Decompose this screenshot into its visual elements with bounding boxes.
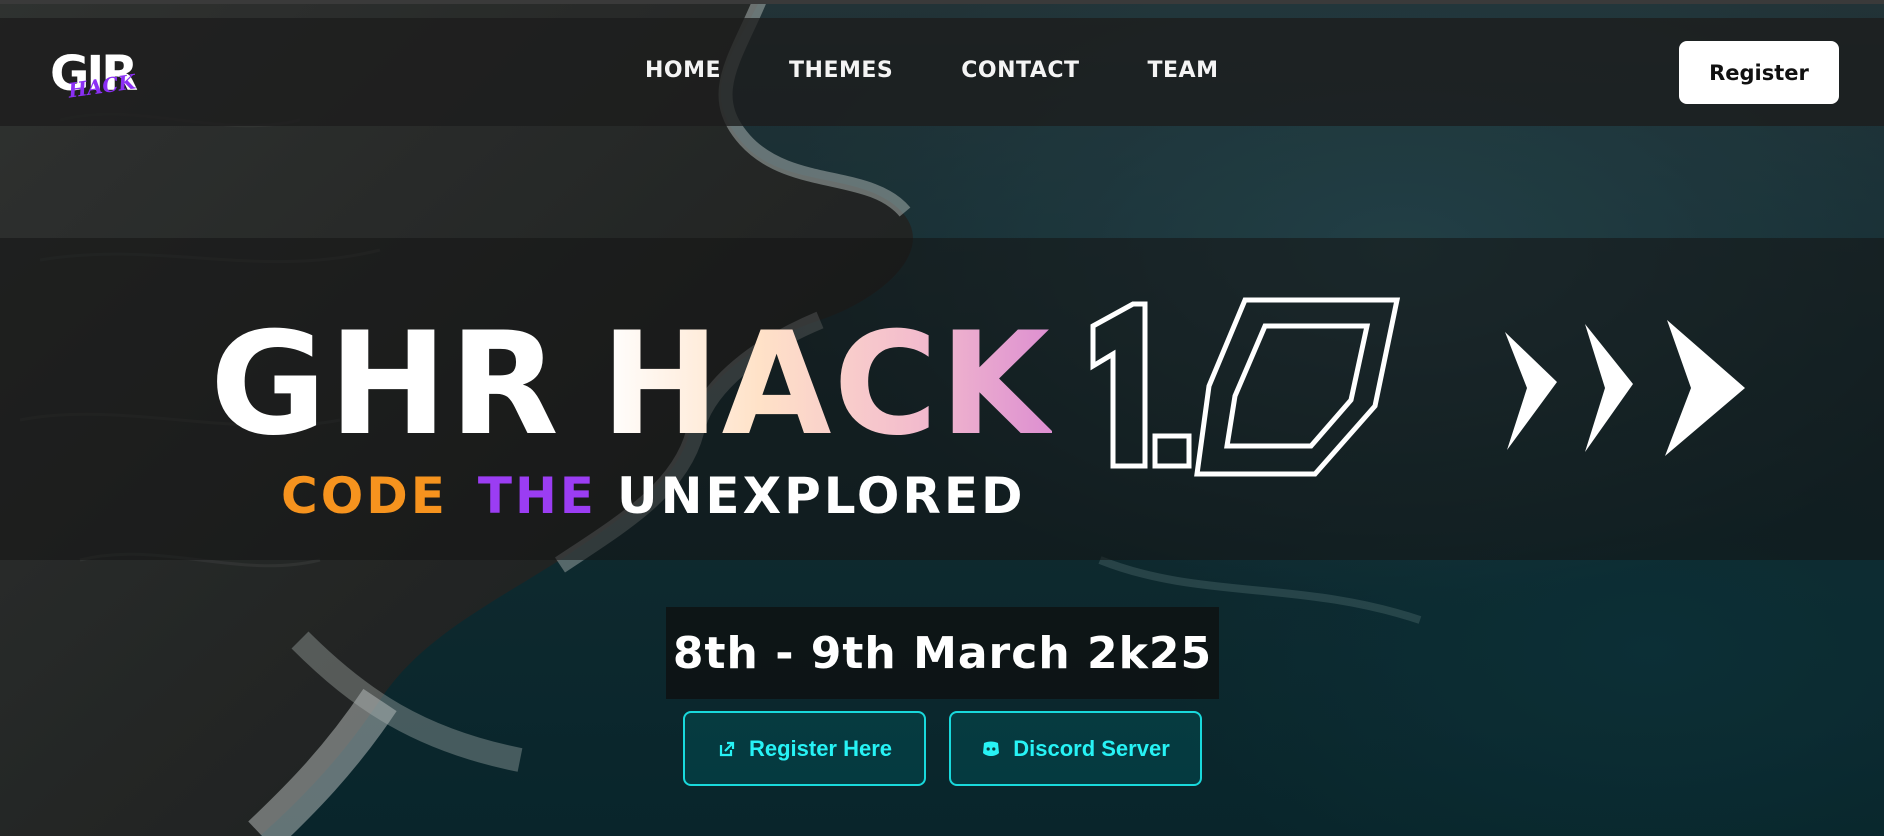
nav-link-home[interactable]: HOME: [645, 58, 721, 83]
version-badge-1-0: [1090, 297, 1401, 477]
site-logo[interactable]: GIR HACK: [50, 46, 140, 103]
discord-server-label: Discord Server: [1013, 735, 1170, 761]
nav-link-themes[interactable]: THEMES: [789, 58, 893, 83]
nav-links: HOME THEMES CONTACT TEAM: [645, 58, 1218, 83]
event-date-box: 8th - 9th March 2k25: [666, 607, 1219, 699]
top-edge-line: [0, 0, 1884, 4]
discord-server-button[interactable]: Discord Server: [949, 711, 1202, 786]
navbar: GIR HACK HOME THEMES CONTACT TEAM Regist…: [0, 18, 1884, 126]
chevron-arrows-icon: [1505, 320, 1745, 456]
register-button[interactable]: Register: [1679, 41, 1839, 104]
external-link-icon: [719, 741, 735, 756]
discord-icon: [983, 741, 1000, 756]
event-date: 8th - 9th March 2k25: [672, 627, 1213, 679]
tagline-the: THE: [477, 467, 597, 525]
hero-tagline: CODE THE UNEXPLORED: [281, 468, 1026, 524]
hero-title-hack: HACK: [600, 302, 1052, 467]
hero-title: GHR HACK: [210, 310, 1052, 460]
register-here-button[interactable]: Register Here: [683, 711, 926, 786]
nav-link-contact[interactable]: CONTACT: [961, 58, 1079, 83]
register-here-label: Register Here: [748, 735, 893, 761]
tagline-code: CODE: [281, 467, 448, 525]
tagline-unexplored: UNEXPLORED: [616, 467, 1026, 525]
hero-title-ghr: GHR: [210, 302, 561, 467]
nav-link-team[interactable]: TEAM: [1148, 58, 1219, 83]
